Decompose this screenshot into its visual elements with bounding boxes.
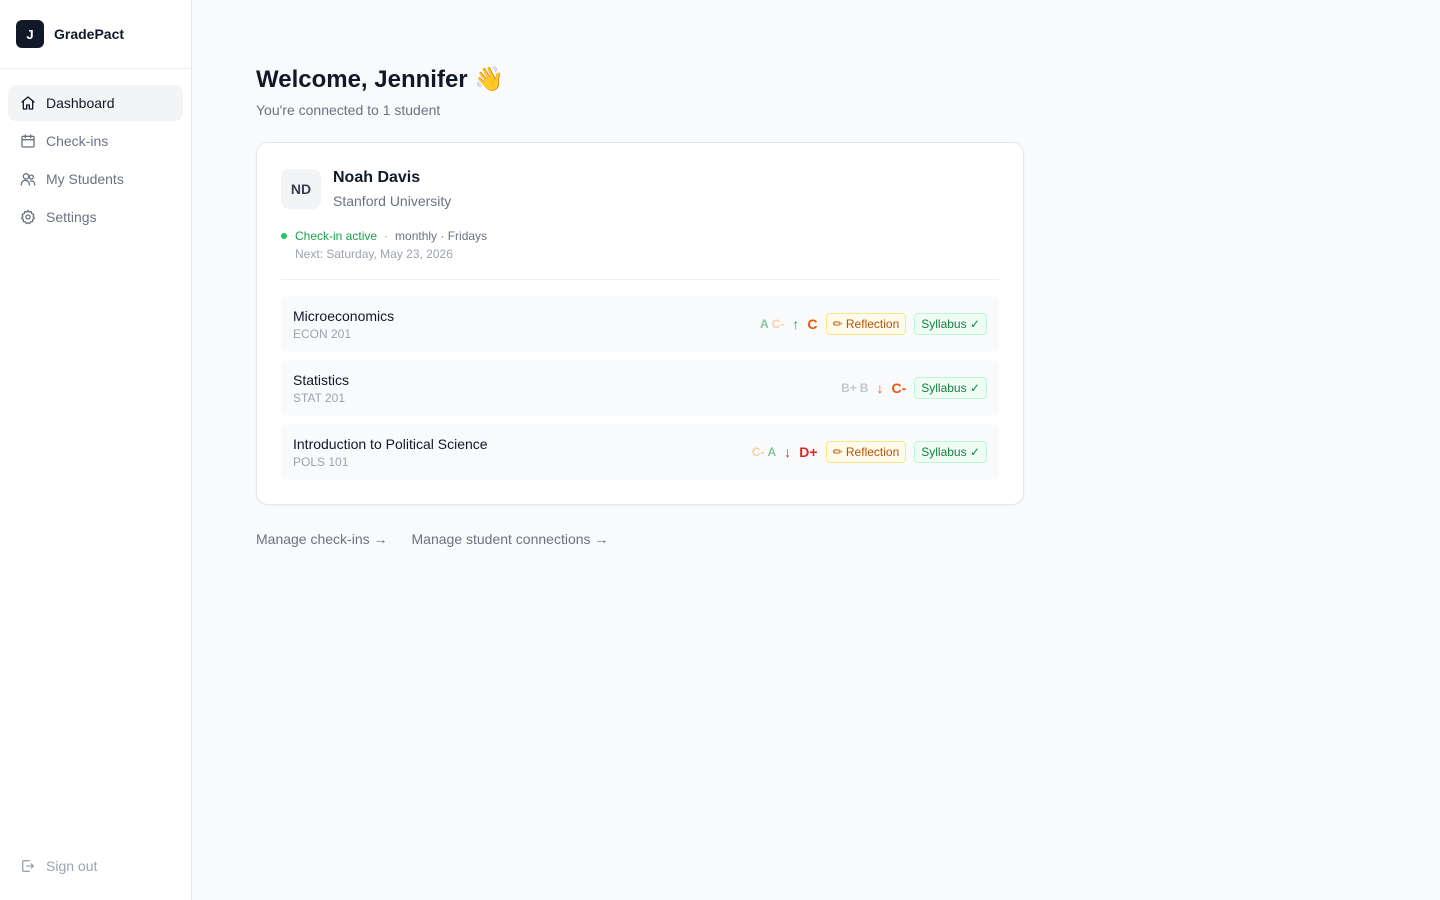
page-title: Welcome, Jennifer 👋 [256,66,505,93]
page-subtitle: You're connected to 1 student [256,102,441,118]
sign-out-button[interactable]: Sign out [8,848,183,884]
course-grade-summary: B+ B ↓ C- Syllabus ✓ [838,377,987,399]
course-name: Introduction to Political Science [293,435,488,452]
avatar: ND [281,169,321,209]
course-row[interactable]: Microeconomics ECON 201 A C- ↑ C ✏ Refle… [281,296,999,352]
sidebar-item-check-ins[interactable]: Check-ins [8,123,183,159]
current-grade: C- [891,380,907,396]
main-content: Welcome, Jennifer 👋 You're connected to … [256,64,1024,547]
course-info: Microeconomics ECON 201 [293,307,394,342]
footer-links: Manage check-ins → Manage student connec… [256,531,1024,547]
sidebar-item-my-students[interactable]: My Students [8,161,183,197]
course-code: POLS 101 [293,454,349,469]
course-info: Statistics STAT 201 [293,371,349,406]
course-code: ECON 201 [293,326,352,341]
trend-up-icon: ↑ [792,316,800,332]
previous-grades: B+ B [838,381,868,395]
course-name: Microeconomics [293,307,395,324]
syllabus-badge[interactable]: Syllabus ✓ [914,313,987,335]
course-grade-summary: C- A ↓ D+ ✏ Reflection Syllabus ✓ [749,441,987,463]
brand[interactable]: J GradePact [0,0,191,69]
current-grade: D+ [799,444,818,460]
brand-logo: J [16,20,44,48]
course-info: Introduction to Political Science POLS 1… [293,435,488,470]
student-info: Noah Davis Stanford University [333,167,451,211]
syllabus-badge[interactable]: Syllabus ✓ [914,441,987,463]
status-dot-icon [281,233,287,239]
sign-out-icon [22,860,34,872]
calendar-icon [21,134,35,148]
previous-grade: B+ [841,381,857,395]
sidebar-item-label: My Students [46,171,124,187]
previous-grade: B [859,381,869,395]
previous-grades: C- A [749,445,776,459]
checkin-frequency: monthly · Fridays [395,229,488,243]
previous-grade: C- [751,445,765,459]
sidebar-item-label: Settings [46,209,97,225]
course-code: STAT 201 [293,390,346,405]
trend-down-icon: ↓ [784,444,792,460]
student-name: Noah Davis [333,169,421,186]
course-row[interactable]: Introduction to Political Science POLS 1… [281,424,999,480]
student-header: ND Noah Davis Stanford University [281,167,999,211]
previous-grade: C- [771,317,785,331]
previous-grades: A C- [757,317,784,331]
reflection-badge[interactable]: ✏ Reflection [825,313,907,335]
sidebar-nav: Dashboard Check-ins My Students Settings [0,69,191,235]
gear-icon [20,209,36,225]
sidebar-item-settings[interactable]: Settings [8,199,183,235]
sign-out-label: Sign out [46,858,98,874]
sidebar: J GradePact Dashboard Check-ins My Stude… [0,0,192,900]
brand-name: GradePact [54,26,125,42]
trend-down-icon: ↓ [876,380,884,396]
syllabus-badge[interactable]: Syllabus ✓ [914,377,987,399]
student-card: ND Noah Davis Stanford University Check-… [256,142,1024,505]
next-checkin-date: Next: Saturday, May 23, 2026 [295,247,453,261]
course-row[interactable]: Statistics STAT 201 B+ B ↓ C- Syllabus ✓ [281,360,999,416]
course-name: Statistics [293,371,350,388]
course-grade-summary: A C- ↑ C ✏ Reflection Syllabus ✓ [757,313,987,335]
course-list: Microeconomics ECON 201 A C- ↑ C ✏ Refle… [281,296,999,480]
status-label: Check-in active [295,229,378,243]
status-separator: · [384,229,389,243]
current-grade: C [807,316,818,332]
reflection-badge[interactable]: ✏ Reflection [825,441,907,463]
users-icon [20,173,36,186]
sidebar-item-dashboard[interactable]: Dashboard [8,85,183,121]
student-school: Stanford University [333,193,452,209]
divider [281,279,999,280]
manage-student-connections-link[interactable]: Manage student connections → [412,531,609,547]
home-icon [21,96,35,110]
previous-grade: A [767,445,777,459]
previous-grade: A [760,317,769,331]
sidebar-item-label: Check-ins [46,133,109,149]
manage-check-ins-link[interactable]: Manage check-ins → [256,531,388,547]
checkin-status: Check-in active · monthly · Fridays [281,227,999,245]
sidebar-item-label: Dashboard [46,95,115,111]
